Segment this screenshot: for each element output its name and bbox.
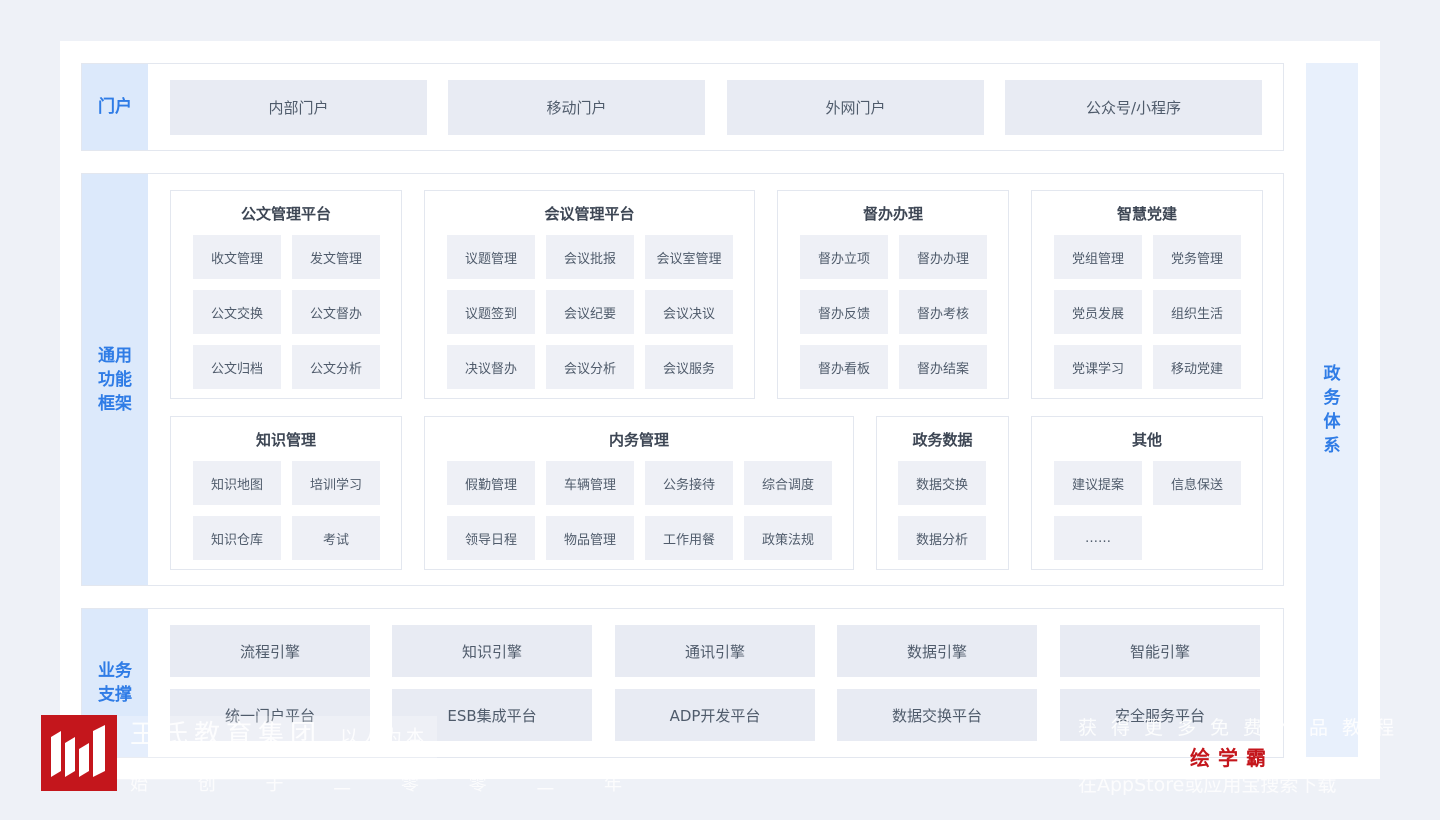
group-title: 督办办理 (862, 205, 923, 223)
group-item[interactable]: 党务管理 (1153, 235, 1241, 279)
group-meeting: 会议管理平台 议题管理 会议批报 会议室管理 议题签到 会议纪要 会议决议 决议… (424, 190, 755, 399)
engine-box[interactable]: 通讯引擎 (615, 625, 815, 677)
watermark-app: 绘学霸 (1190, 746, 1274, 770)
group-item[interactable]: 会议决议 (645, 290, 733, 334)
group-item[interactable]: 领导日程 (447, 516, 535, 560)
group-item[interactable]: 议题管理 (447, 235, 535, 279)
group-item[interactable]: 会议室管理 (645, 235, 733, 279)
group-knowledge: 知识管理 知识地图 培训学习 知识仓库 考试 (170, 416, 402, 570)
group-item[interactable]: 会议批报 (546, 235, 634, 279)
group-item[interactable]: 建议提案 (1054, 461, 1142, 505)
group-title: 政务数据 (912, 431, 973, 449)
group-item[interactable]: 培训学习 (292, 461, 380, 505)
brand-logo-icon (41, 715, 117, 791)
engine-box[interactable]: 数据引擎 (837, 625, 1037, 677)
group-item[interactable]: 党员发展 (1054, 290, 1142, 334)
group-other: 其他 建议提案 信息保送 …… (1031, 416, 1263, 570)
watermark-promo: 获得更多免费作品教程 (1078, 717, 1409, 739)
group-item[interactable]: 会议服务 (645, 345, 733, 389)
group-item[interactable]: 移动党建 (1153, 345, 1241, 389)
group-internal: 内务管理 假勤管理 车辆管理 公务接待 综合调度 领导日程 物品管理 工作用餐 … (424, 416, 854, 570)
general-label: 通用 功能 框架 (82, 174, 148, 585)
engine-box[interactable]: 知识引擎 (392, 625, 592, 677)
group-gov-data: 政务数据 数据交换 数据分析 (876, 416, 1009, 570)
portal-item[interactable]: 公众号/小程序 (1005, 80, 1262, 135)
group-item[interactable]: 组织生活 (1153, 290, 1241, 334)
group-item[interactable]: 督办反馈 (800, 290, 888, 334)
group-item[interactable]: 公文归档 (193, 345, 281, 389)
group-title: 会议管理平台 (544, 205, 635, 223)
group-item[interactable]: 督办结案 (899, 345, 987, 389)
group-title: 知识管理 (255, 431, 316, 449)
watermark-download: 在AppStore或应用宝搜索下载 (1078, 774, 1337, 796)
group-item[interactable]: 数据分析 (898, 516, 986, 560)
group-item[interactable]: …… (1054, 516, 1142, 560)
group-item[interactable]: 知识地图 (193, 461, 281, 505)
group-item[interactable]: 督办办理 (899, 235, 987, 279)
group-item[interactable]: 党课学习 (1054, 345, 1142, 389)
group-title: 公文管理平台 (240, 205, 331, 223)
gov-system-char: 政 (1323, 364, 1341, 384)
portal-item[interactable]: 外网门户 (727, 80, 984, 135)
gov-system-char: 系 (1323, 436, 1341, 456)
group-item[interactable]: 综合调度 (744, 461, 832, 505)
group-item[interactable]: 公务接待 (645, 461, 733, 505)
group-item[interactable]: 公文交换 (193, 290, 281, 334)
group-item[interactable]: 车辆管理 (546, 461, 634, 505)
gov-system-bar: 政 务 体 系 (1306, 63, 1358, 757)
group-item[interactable]: 决议督办 (447, 345, 535, 389)
group-item[interactable]: 督办立项 (800, 235, 888, 279)
portal-item[interactable]: 移动门户 (448, 80, 705, 135)
group-item[interactable]: 督办看板 (800, 345, 888, 389)
watermark-brand: 王氏教育集团 以人为本 (130, 720, 429, 750)
group-item[interactable]: 政策法规 (744, 516, 832, 560)
gov-system-char: 体 (1323, 412, 1341, 432)
group-item[interactable]: 知识仓库 (193, 516, 281, 560)
group-item[interactable]: 物品管理 (546, 516, 634, 560)
gov-system-char: 务 (1323, 388, 1341, 408)
watermark-founded: 始 创 于 二 零 零 二 年 (130, 774, 645, 795)
general-panel: 通用 功能 框架 公文管理平台 收文管理 发文管理 公文交换 公文督办 公文归档… (81, 173, 1284, 586)
group-item[interactable]: 假勤管理 (447, 461, 535, 505)
platform-box[interactable]: 数据交换平台 (837, 689, 1037, 741)
group-title: 智慧党建 (1116, 205, 1177, 223)
group-item[interactable]: 公文分析 (292, 345, 380, 389)
group-document: 公文管理平台 收文管理 发文管理 公文交换 公文督办 公文归档 公文分析 (170, 190, 402, 399)
group-item[interactable]: 党组管理 (1054, 235, 1142, 279)
group-title: 内务管理 (608, 431, 669, 449)
group-item[interactable]: 公文督办 (292, 290, 380, 334)
group-item[interactable]: 发文管理 (292, 235, 380, 279)
group-party: 智慧党建 党组管理 党务管理 党员发展 组织生活 党课学习 移动党建 (1031, 190, 1263, 399)
group-item[interactable]: 议题签到 (447, 290, 535, 334)
platform-box[interactable]: ADP开发平台 (615, 689, 815, 741)
group-supervision: 督办办理 督办立项 督办办理 督办反馈 督办考核 督办看板 督办结案 (777, 190, 1009, 399)
group-item[interactable]: 考试 (292, 516, 380, 560)
group-title: 其他 (1131, 431, 1162, 449)
group-item[interactable]: 会议纪要 (546, 290, 634, 334)
engine-box[interactable]: 流程引擎 (170, 625, 370, 677)
portal-item[interactable]: 内部门户 (170, 80, 427, 135)
group-item[interactable]: 收文管理 (193, 235, 281, 279)
group-item[interactable]: 会议分析 (546, 345, 634, 389)
portal-label: 门户 (82, 64, 148, 150)
group-item[interactable]: 工作用餐 (645, 516, 733, 560)
group-item[interactable]: 信息保送 (1153, 461, 1241, 505)
group-item[interactable]: 数据交换 (898, 461, 986, 505)
group-item[interactable]: 督办考核 (899, 290, 987, 334)
portal-panel: 门户 内部门户 移动门户 外网门户 公众号/小程序 (81, 63, 1284, 151)
engine-box[interactable]: 智能引擎 (1060, 625, 1260, 677)
